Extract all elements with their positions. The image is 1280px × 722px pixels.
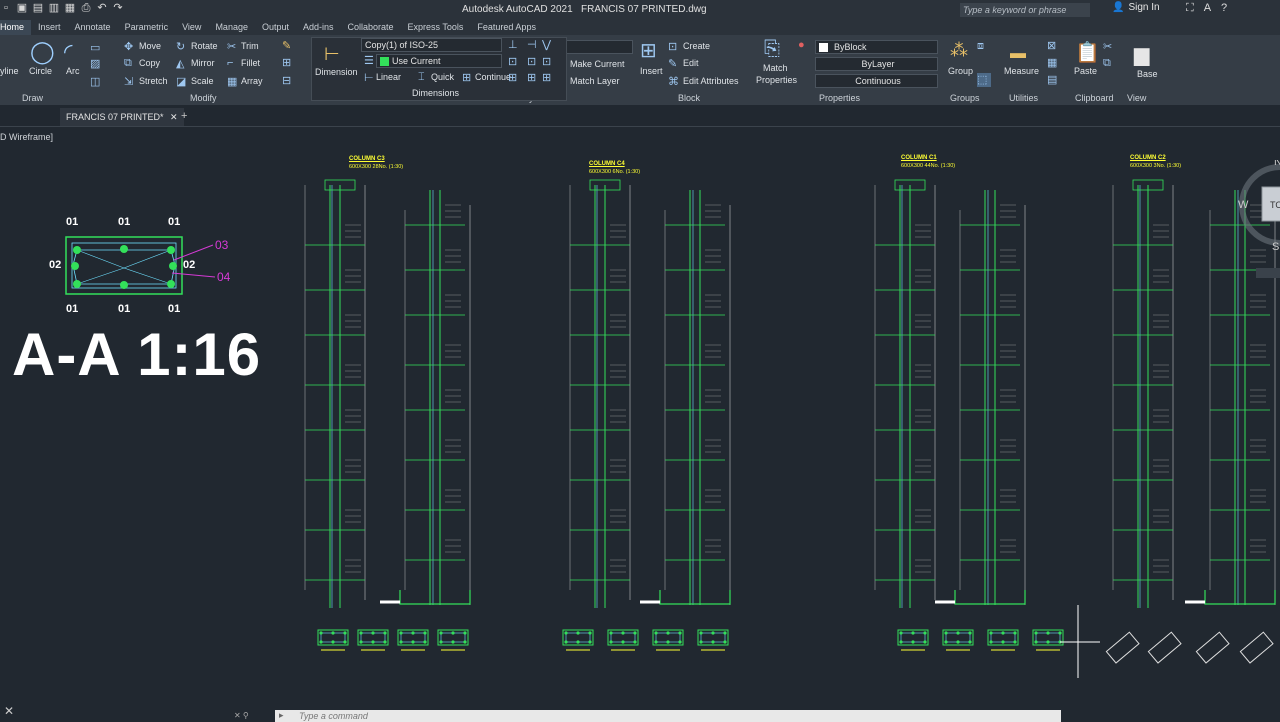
column-elevations bbox=[304, 179, 1276, 678]
cmd-options-icon[interactable]: ✕ ⚲ bbox=[234, 711, 249, 720]
column-title-c1: COLUMN C1 bbox=[901, 155, 937, 161]
column-sub-c4: 600X300 6No. (1:30) bbox=[589, 169, 641, 175]
svg-text:N: N bbox=[1274, 160, 1280, 168]
svg-text:S: S bbox=[1272, 241, 1279, 253]
command-input[interactable]: Type a command bbox=[275, 710, 1061, 722]
viewcube[interactable]: TO N W S bbox=[1238, 160, 1280, 280]
svg-text:W: W bbox=[1238, 199, 1249, 211]
cmd-prompt-icon: ▸ bbox=[279, 710, 284, 720]
column-sub-c3: 600X300 28No. (1:30) bbox=[349, 164, 404, 170]
column-sub-c2: 600X300 3No. (1:30) bbox=[1130, 163, 1182, 169]
column-title-c3: COLUMN C3 bbox=[349, 156, 385, 162]
column-title-c4: COLUMN C4 bbox=[589, 161, 625, 167]
column-sub-c1: 600X300 44No. (1:30) bbox=[901, 163, 956, 169]
column-title-c2: COLUMN C2 bbox=[1130, 155, 1166, 161]
close-cmd-icon[interactable]: ✕ bbox=[4, 704, 14, 718]
svg-text:TO: TO bbox=[1270, 200, 1280, 210]
